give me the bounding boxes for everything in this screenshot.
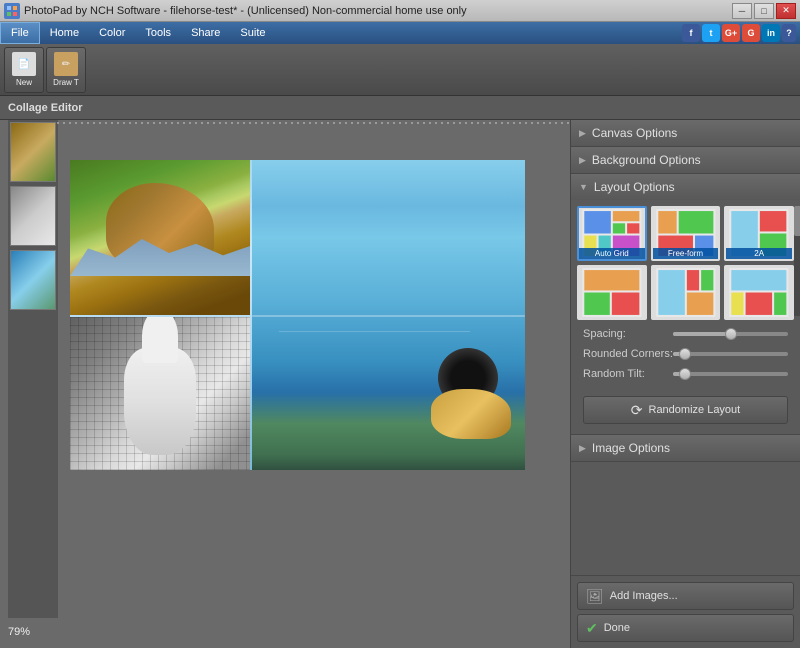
- canvas-options-header[interactable]: ▶ Canvas Options: [571, 120, 800, 146]
- rounded-corners-slider[interactable]: [673, 352, 788, 356]
- layout-thumb-5[interactable]: [651, 265, 721, 320]
- menu-bar: File Home Color Tools Share Suite f t G+…: [0, 22, 800, 44]
- random-tilt-label: Random Tilt:: [583, 368, 673, 380]
- title-text: PhotoPad by NCH Software - filehorse-tes…: [24, 5, 467, 17]
- zoom-indicator: 79%: [8, 626, 30, 638]
- random-tilt-handle[interactable]: [679, 368, 691, 380]
- done-label: Done: [604, 622, 630, 634]
- app-icon: [4, 3, 20, 19]
- background-options-arrow: ▶: [579, 155, 586, 166]
- toolbar: 📄 New ✏ Draw T: [0, 44, 800, 96]
- linkedin-btn[interactable]: in: [762, 24, 780, 42]
- randomize-layout-button[interactable]: ⟳ Randomize Layout: [583, 396, 788, 424]
- spacing-fill: [673, 332, 731, 336]
- image-options-title: Image Options: [592, 441, 670, 455]
- layout-thumb-auto-grid[interactable]: Auto Grid: [577, 206, 647, 261]
- help-btn[interactable]: ?: [782, 24, 796, 42]
- google-btn[interactable]: G+: [722, 24, 740, 42]
- layout-content: Auto Grid Free-form: [571, 200, 800, 434]
- dots-border: [55, 120, 570, 126]
- bottom-buttons: 🖼 Add Images... ✔ Done: [571, 575, 800, 648]
- spacing-slider[interactable]: [673, 332, 788, 336]
- layout-thumbnails: Auto Grid Free-form: [577, 206, 794, 320]
- panel-spacer: [571, 462, 800, 575]
- layout-thumb-6[interactable]: [724, 265, 794, 320]
- title-bar-controls: ─ □ ✕: [732, 3, 796, 19]
- main-content: 79% ▶ Canvas Options ▶ Background Option…: [0, 120, 800, 648]
- photo-thumb-3[interactable]: [10, 250, 56, 310]
- rounded-corners-row: Rounded Corners:: [583, 348, 788, 360]
- sub-toolbar: Collage Editor: [0, 96, 800, 120]
- new-icon: 📄: [12, 52, 36, 76]
- layout-options-arrow: ▼: [579, 182, 588, 192]
- random-tilt-slider[interactable]: [673, 372, 788, 376]
- spacing-handle[interactable]: [725, 328, 737, 340]
- right-panel: ▶ Canvas Options ▶ Background Options ▼ …: [570, 120, 800, 648]
- menu-tools[interactable]: Tools: [135, 22, 181, 44]
- layout-scrollbar[interactable]: [794, 206, 800, 316]
- title-bar-left: PhotoPad by NCH Software - filehorse-tes…: [4, 3, 467, 19]
- menu-color[interactable]: Color: [89, 22, 135, 44]
- add-images-label: Add Images...: [610, 590, 678, 602]
- done-icon: ✔: [586, 620, 598, 637]
- menu-share[interactable]: Share: [181, 22, 230, 44]
- spacing-row: Spacing:: [583, 328, 788, 340]
- canvas-options-title: Canvas Options: [592, 126, 677, 140]
- rabbit-photo: [70, 317, 250, 470]
- scrollbar-thumb: [794, 206, 800, 236]
- random-tilt-row: Random Tilt:: [583, 368, 788, 380]
- sub-toolbar-label: Collage Editor: [8, 102, 83, 114]
- canvas-options-arrow: ▶: [579, 128, 586, 139]
- layout-options-title: Layout Options: [594, 180, 675, 194]
- canvas-options-section: ▶ Canvas Options: [571, 120, 800, 147]
- background-options-title: Background Options: [592, 153, 701, 167]
- rounded-corners-label: Rounded Corners:: [583, 348, 673, 360]
- maximize-button[interactable]: □: [754, 3, 774, 19]
- sea-photo: [252, 160, 525, 470]
- image-options-section: ▶ Image Options: [571, 435, 800, 462]
- menu-suite[interactable]: Suite: [230, 22, 275, 44]
- facebook-btn[interactable]: f: [682, 24, 700, 42]
- menu-home[interactable]: Home: [40, 22, 89, 44]
- image-options-arrow: ▶: [579, 443, 586, 454]
- collage-canvas[interactable]: [70, 160, 525, 470]
- layout-thumb-free-form[interactable]: Free-form: [651, 206, 721, 261]
- photo-thumb-1[interactable]: [10, 122, 56, 182]
- title-bar: PhotoPad by NCH Software - filehorse-tes…: [0, 0, 800, 22]
- twitter-btn[interactable]: t: [702, 24, 720, 42]
- close-button[interactable]: ✕: [776, 3, 796, 19]
- 2a-label: 2A: [726, 248, 792, 259]
- photo-thumb-2[interactable]: [10, 186, 56, 246]
- background-options-header[interactable]: ▶ Background Options: [571, 147, 800, 173]
- layout-options-header[interactable]: ▼ Layout Options: [571, 174, 800, 200]
- randomize-icon: ⟳: [631, 402, 643, 419]
- add-images-icon: 🖼: [586, 588, 604, 605]
- sliders-section: Spacing: Rounded Corners:: [577, 324, 794, 392]
- rounded-corners-handle[interactable]: [679, 348, 691, 360]
- google2-btn[interactable]: G: [742, 24, 760, 42]
- image-options-header[interactable]: ▶ Image Options: [571, 435, 800, 461]
- horse-photo: [70, 160, 250, 315]
- background-options-section: ▶ Background Options: [571, 147, 800, 174]
- layout-options-section: ▼ Layout Options: [571, 174, 800, 435]
- randomize-label: Randomize Layout: [649, 404, 741, 416]
- done-button[interactable]: ✔ Done: [577, 614, 794, 642]
- menu-file[interactable]: File: [0, 22, 40, 44]
- add-images-button[interactable]: 🖼 Add Images...: [577, 582, 794, 610]
- canvas-area: 79%: [0, 120, 570, 648]
- layout-thumb-2a[interactable]: 2A: [724, 206, 794, 261]
- auto-grid-label: Auto Grid: [579, 248, 645, 259]
- draw-icon: ✏: [54, 52, 78, 76]
- free-form-label: Free-form: [653, 248, 719, 259]
- toolbar-draw-btn[interactable]: ✏ Draw T: [46, 47, 86, 93]
- menu-right: f t G+ G in ?: [682, 24, 800, 42]
- minimize-button[interactable]: ─: [732, 3, 752, 19]
- toolbar-new-btn[interactable]: 📄 New: [4, 47, 44, 93]
- spacing-label: Spacing:: [583, 328, 673, 340]
- layout-thumb-4[interactable]: [577, 265, 647, 320]
- photo-strip: [8, 120, 58, 618]
